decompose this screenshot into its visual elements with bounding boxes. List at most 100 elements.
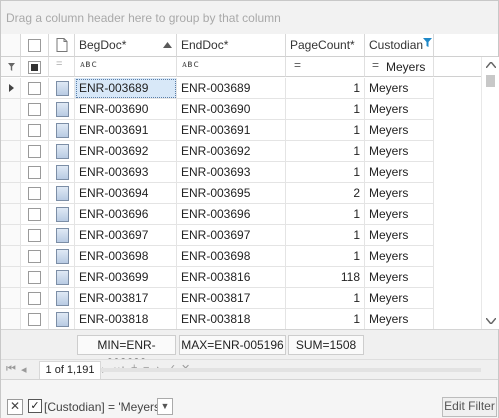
cell-begdoc[interactable]: ENR-003697 <box>75 225 177 246</box>
row-checkbox[interactable] <box>28 292 41 305</box>
row-image-cell[interactable] <box>49 246 75 267</box>
row-checkbox[interactable] <box>28 166 41 179</box>
table-row[interactable]: ENR-003689 ENR-003689 1 Meyers <box>1 78 481 99</box>
image-document-icon[interactable] <box>56 228 69 243</box>
cell-pagecount[interactable]: 1 <box>286 141 365 162</box>
vertical-scrollbar[interactable] <box>481 57 499 329</box>
row-image-cell[interactable] <box>49 183 75 204</box>
cell-custodian[interactable]: Meyers <box>365 99 434 120</box>
row-checkbox[interactable] <box>28 103 41 116</box>
column-header-enddoc[interactable]: EndDoc* <box>177 34 286 57</box>
table-row[interactable]: ENR-003699 ENR-003816 118 Meyers <box>1 267 481 288</box>
cell-begdoc[interactable]: ENR-003690 <box>75 99 177 120</box>
table-row[interactable]: ENR-003690 ENR-003690 1 Meyers <box>1 99 481 120</box>
cell-pagecount[interactable]: 1 <box>286 120 365 141</box>
cell-custodian[interactable]: Meyers <box>365 309 434 330</box>
row-indicator[interactable] <box>1 246 21 267</box>
table-row[interactable]: ENR-003696 ENR-003696 1 Meyers <box>1 204 481 225</box>
table-row[interactable]: ENR-003818 ENR-003818 1 Meyers <box>1 309 481 330</box>
cell-enddoc[interactable]: ENR-003689 <box>177 78 286 99</box>
row-checkbox-cell[interactable] <box>21 225 49 246</box>
row-indicator[interactable] <box>1 78 21 99</box>
image-document-icon[interactable] <box>56 81 69 96</box>
row-checkbox[interactable] <box>28 145 41 158</box>
row-image-cell[interactable] <box>49 162 75 183</box>
column-header-pagecount[interactable]: PageCount* <box>286 34 365 57</box>
filter-doc-icon-cell[interactable]: = <box>49 57 75 77</box>
filter-history-dropdown[interactable]: ▼ <box>157 398 173 415</box>
cell-begdoc[interactable]: ENR-003693 <box>75 162 177 183</box>
table-row[interactable]: ENR-003692 ENR-003692 1 Meyers <box>1 141 481 162</box>
row-indicator[interactable] <box>1 141 21 162</box>
scroll-up-icon[interactable] <box>486 62 496 68</box>
image-document-icon[interactable] <box>56 270 69 285</box>
image-document-icon[interactable] <box>56 291 69 306</box>
table-row[interactable]: ENR-003694 ENR-003695 2 Meyers <box>1 183 481 204</box>
filter-operator-begdoc[interactable]: ᴀʙc <box>80 59 97 70</box>
row-indicator[interactable] <box>1 162 21 183</box>
image-document-icon[interactable] <box>56 207 69 222</box>
horizontal-scrollbar[interactable] <box>101 368 481 372</box>
row-image-cell[interactable] <box>49 225 75 246</box>
row-image-cell[interactable] <box>49 309 75 330</box>
cell-enddoc[interactable]: ENR-003818 <box>177 309 286 330</box>
cell-custodian[interactable]: Meyers <box>365 267 434 288</box>
row-image-cell[interactable] <box>49 204 75 225</box>
nav-prev-page-icon[interactable]: ◂ <box>21 363 27 376</box>
filter-active-icon[interactable] <box>423 38 432 47</box>
row-indicator[interactable] <box>1 99 21 120</box>
table-row[interactable]: ENR-003698 ENR-003698 1 Meyers <box>1 246 481 267</box>
filter-operator-custodian[interactable]: = <box>372 58 379 72</box>
row-checkbox[interactable] <box>28 124 41 137</box>
cell-begdoc[interactable]: ENR-003691 <box>75 120 177 141</box>
row-indicator[interactable] <box>1 267 21 288</box>
cell-enddoc[interactable]: ENR-003697 <box>177 225 286 246</box>
cell-custodian[interactable]: Meyers <box>365 246 434 267</box>
filter-checkbox-cell[interactable] <box>21 57 49 77</box>
row-indicator[interactable] <box>1 183 21 204</box>
cell-begdoc[interactable]: ENR-003699 <box>75 267 177 288</box>
cell-pagecount[interactable]: 1 <box>286 204 365 225</box>
cell-enddoc[interactable]: ENR-003698 <box>177 246 286 267</box>
row-checkbox[interactable] <box>28 82 41 95</box>
scroll-down-icon[interactable] <box>486 318 496 324</box>
filter-enabled-checkbox[interactable]: ✓ <box>28 399 42 413</box>
cell-custodian[interactable]: Meyers <box>365 225 434 246</box>
cell-begdoc[interactable]: ENR-003817 <box>75 288 177 309</box>
image-document-icon[interactable] <box>56 144 69 159</box>
cell-pagecount[interactable]: 2 <box>286 183 365 204</box>
row-checkbox-cell[interactable] <box>21 246 49 267</box>
cell-begdoc[interactable]: ENR-003692 <box>75 141 177 162</box>
row-image-cell[interactable] <box>49 267 75 288</box>
cell-begdoc[interactable]: ENR-003818 <box>75 309 177 330</box>
image-document-icon[interactable] <box>56 123 69 138</box>
group-by-panel[interactable]: Drag a column header here to group by th… <box>1 1 498 35</box>
cell-enddoc[interactable]: ENR-003693 <box>177 162 286 183</box>
edit-filter-button[interactable]: Edit Filter <box>442 397 497 417</box>
row-indicator[interactable] <box>1 204 21 225</box>
cell-custodian[interactable]: Meyers <box>365 162 434 183</box>
cell-begdoc[interactable]: ENR-003698 <box>75 246 177 267</box>
row-checkbox-cell[interactable] <box>21 120 49 141</box>
cell-custodian[interactable]: Meyers <box>365 288 434 309</box>
header-select-all-cell[interactable] <box>21 34 49 57</box>
row-image-cell[interactable] <box>49 141 75 162</box>
cell-pagecount[interactable]: 1 <box>286 99 365 120</box>
cell-begdoc[interactable]: ENR-003696 <box>75 204 177 225</box>
row-checkbox-cell[interactable] <box>21 267 49 288</box>
row-checkbox-cell[interactable] <box>21 204 49 225</box>
cell-enddoc[interactable]: ENR-003695 <box>177 183 286 204</box>
clear-filter-button[interactable]: ✕ <box>7 399 23 415</box>
row-checkbox[interactable] <box>28 271 41 284</box>
scrollbar-thumb[interactable] <box>486 75 495 87</box>
cell-custodian[interactable]: Meyers <box>365 141 434 162</box>
cell-begdoc[interactable]: ENR-003694 <box>75 183 177 204</box>
row-checkbox-cell[interactable] <box>21 183 49 204</box>
row-checkbox-cell[interactable] <box>21 162 49 183</box>
cell-enddoc[interactable]: ENR-003692 <box>177 141 286 162</box>
nav-first-icon[interactable]: ⏮ <box>6 363 16 376</box>
row-indicator[interactable] <box>1 120 21 141</box>
filter-cell-custodian[interactable]: = Meyers <box>365 57 434 77</box>
row-checkbox-cell[interactable] <box>21 78 49 99</box>
table-row[interactable]: ENR-003697 ENR-003697 1 Meyers <box>1 225 481 246</box>
